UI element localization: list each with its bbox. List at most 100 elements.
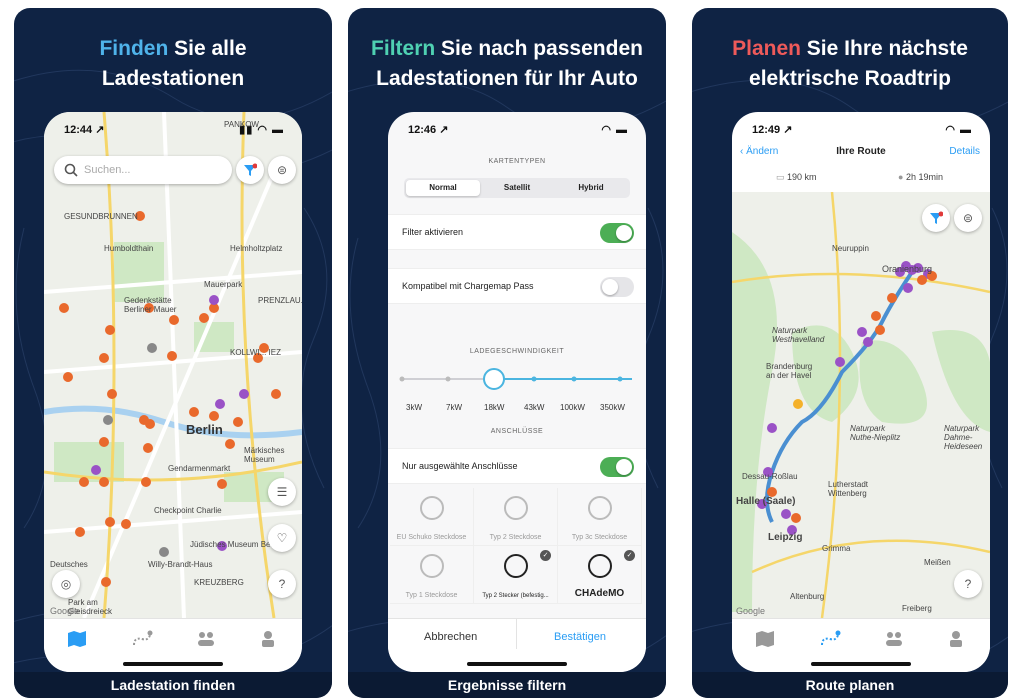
map-label: Leipzig: [768, 532, 803, 543]
caption: Route planen: [692, 672, 1008, 698]
maptype-satellite[interactable]: Satellit: [480, 180, 554, 196]
distance-value: 190 km: [787, 172, 817, 182]
map-label: Märkisches Museum: [244, 446, 285, 464]
map-label-city: Berlin: [186, 422, 223, 437]
map-label: Halle (Saale): [736, 496, 796, 507]
connectors-toggle-row: Nur ausgewählte Anschlüsse: [388, 448, 646, 484]
help-button[interactable]: ?: [268, 570, 296, 598]
heart-icon: ♡: [276, 531, 288, 545]
connector-chademo[interactable]: ✓ CHAdeMO: [558, 546, 642, 604]
tab-route[interactable]: [128, 627, 156, 651]
maptype-hybrid[interactable]: Hybrid: [554, 180, 628, 196]
plug-icon: [503, 496, 528, 520]
slider-thumb: [483, 368, 505, 390]
locate-button[interactable]: ◎: [52, 570, 80, 598]
tab-community[interactable]: [192, 627, 220, 651]
map-label: Dessau-Roßlau: [742, 472, 798, 481]
headline-line2: elektrische Roadtrip: [749, 67, 951, 90]
maptype-segmented-control[interactable]: Normal Satellit Hybrid: [404, 178, 630, 198]
connector-typ1[interactable]: Typ 1 Steckdose: [390, 546, 474, 604]
car-icon: ▭: [776, 172, 788, 182]
tab-profile[interactable]: [942, 627, 970, 651]
plug-icon: ⊜: [962, 211, 974, 225]
section-header-connectors: ANSCHLÜSSE: [490, 428, 544, 435]
status-bar: 12:44 ↗ ▮▮ ◠ ▬: [44, 112, 302, 142]
search-input[interactable]: Suchen...: [54, 156, 232, 184]
toggle-knob: [602, 279, 618, 295]
speed-slider[interactable]: [388, 364, 646, 394]
map-label: Brandenburg an der Havel: [766, 362, 813, 380]
speed-label: 350kW: [600, 403, 625, 412]
tab-map[interactable]: [752, 627, 780, 651]
confirm-button[interactable]: Bestätigen: [554, 631, 606, 643]
status-time: 12:44 ↗: [64, 124, 105, 136]
connectors-toggle[interactable]: [600, 457, 634, 477]
connector-name: Typ 3c Steckdose: [571, 534, 628, 541]
map-label: KOLLWI... IEZ: [230, 348, 281, 357]
map-label: Gedenkstätte Berliner Mauer: [124, 296, 177, 314]
connector-name: Typ 2 Stecker (befestig...: [482, 593, 549, 599]
headline: Finden Sie alle Ladestationen: [14, 34, 332, 94]
caption: Ladestation finden: [14, 672, 332, 698]
connector-name: CHAdeMO: [574, 588, 625, 599]
filter-toggle[interactable]: [600, 223, 634, 243]
map-label: Willy-Brandt-Haus: [148, 560, 213, 569]
cancel-button[interactable]: Abbrechen: [424, 631, 477, 643]
connector-typ3c[interactable]: Typ 3c Steckdose: [558, 488, 642, 546]
connector-eu-schuko[interactable]: EU Schuko Steckdose: [390, 488, 474, 546]
panel-find: Finden Sie alle Ladestationen 12:44 ↗ ▮▮…: [14, 8, 332, 698]
tab-bar: [732, 618, 990, 672]
map-label: Oranienburg: [882, 264, 933, 274]
speed-label: 100kW: [560, 403, 585, 412]
plug-view-button[interactable]: ⊜: [268, 156, 296, 184]
google-logo: Google: [736, 606, 766, 616]
plug-icon: [587, 554, 612, 578]
headline-text: Sie alle: [168, 37, 247, 60]
chargemap-toggle[interactable]: [600, 277, 634, 297]
help-button[interactable]: ?: [954, 570, 982, 598]
tab-route[interactable]: [816, 627, 844, 651]
nav-bar: ‹ Ändern Ihre Route Details: [732, 142, 990, 164]
headline-text: Sie nach passenden: [435, 37, 643, 60]
connector-typ2-steckdose[interactable]: Typ 2 Steckdose: [474, 488, 558, 546]
map-label: Mauerpark: [204, 280, 243, 289]
tab-community[interactable]: [880, 627, 908, 651]
connector-typ2-stecker[interactable]: ✓ Typ 2 Stecker (befestig...: [474, 546, 558, 604]
headline: Filtern Sie nach passenden Ladestationen…: [348, 34, 666, 94]
map-label: Humboldthain: [104, 244, 154, 253]
route-map[interactable]: [732, 192, 990, 618]
list-button[interactable]: ☰: [268, 478, 296, 506]
filter-toggle-row: Filter aktivieren: [388, 214, 646, 250]
map-label: Altenburg: [790, 592, 825, 601]
status-bar: 12:49 ↗ ◠ ▬: [732, 112, 990, 142]
details-button[interactable]: Details: [949, 146, 980, 157]
map-label: GESUNDBRUNNEN: [64, 212, 138, 221]
phone-screen: 12:46 ↗ ◠ ▬ KARTENTYPEN Normal Satellit …: [388, 112, 646, 672]
filter-button[interactable]: [236, 156, 264, 184]
filter-button[interactable]: [922, 204, 950, 232]
google-logo: Google: [50, 606, 80, 616]
tab-map[interactable]: [64, 627, 92, 651]
map-label: Neuruppin: [832, 244, 869, 253]
tab-bar: [44, 618, 302, 672]
tab-profile[interactable]: [254, 627, 282, 651]
duration: ● 2h 19min: [898, 172, 943, 182]
favorite-button[interactable]: ♡: [268, 524, 296, 552]
connectors-toggle-label: Nur ausgewählte Anschlüsse: [402, 461, 518, 471]
plug-view-button[interactable]: ⊜: [954, 204, 982, 232]
status-time: 12:46 ↗: [408, 124, 449, 136]
map-label: Naturpark Westhavelland: [772, 326, 825, 344]
panel-plan: Planen Sie Ihre nächste elektrische Road…: [692, 8, 1008, 698]
action-bar: Abbrechen Bestätigen: [388, 618, 646, 672]
map-label: Lutherstadt Wittenberg: [828, 480, 869, 498]
connector-name: Typ 2 Steckdose: [489, 534, 542, 541]
route-summary: ▭ 190 km ● 2h 19min: [732, 168, 990, 188]
maptype-normal[interactable]: Normal: [406, 180, 480, 196]
home-indicator: [811, 662, 911, 666]
map-label: PRENZLAU...: [258, 296, 302, 305]
headline: Planen Sie Ihre nächste elektrische Road…: [692, 34, 1008, 94]
connector-name: Typ 1 Steckdose: [405, 592, 458, 599]
filter-toggle-label: Filter aktivieren: [402, 227, 464, 237]
plug-icon: [419, 554, 444, 578]
phone-screen: 12:49 ↗ ◠ ▬ ‹ Ändern Ihre Route Details …: [732, 112, 990, 672]
